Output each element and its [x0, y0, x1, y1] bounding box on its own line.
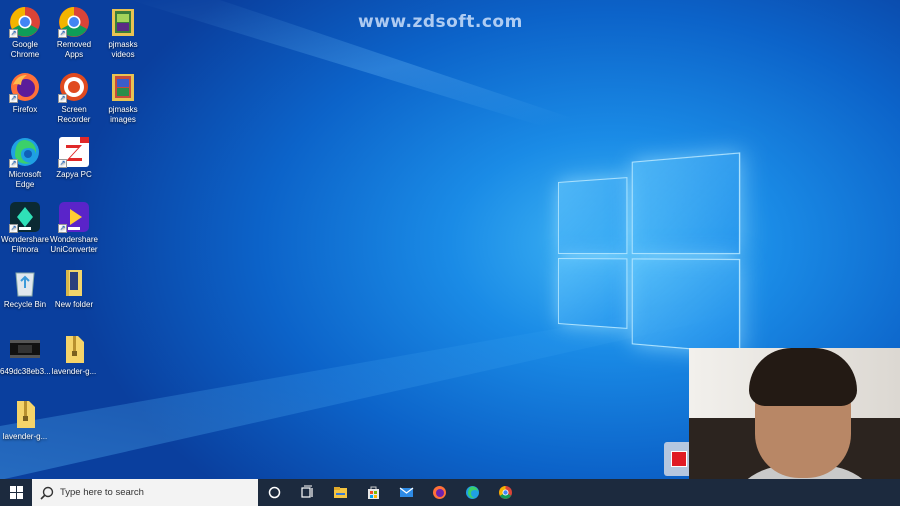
desktop-icon-video-file[interactable]: 649dc38eb3...: [0, 333, 51, 377]
icon-label: Microsoft: [8, 170, 42, 179]
chrome-icon: [499, 486, 512, 499]
icon-label: New folder: [54, 300, 94, 309]
desktop-icon-pjmasks-videos[interactable]: pjmasks videos: [98, 6, 148, 59]
chrome-taskbar-button[interactable]: [489, 479, 522, 506]
desktop-icon-pjmasks-images[interactable]: pjmasks images: [98, 71, 148, 124]
desktop-icon-removed-apps[interactable]: ↗ Removed Apps: [49, 6, 99, 59]
desktop-icon-wondershare-uniconverter[interactable]: ↗ Wondershare UniConverter: [49, 201, 99, 254]
icon-label: Recorder: [57, 114, 91, 124]
zip-folder-icon: [9, 398, 41, 430]
desktop-icon-screen-recorder[interactable]: ↗ Screen Recorder: [49, 71, 99, 124]
edge-icon: ↗: [9, 136, 41, 168]
icon-label: Zapya PC: [56, 170, 92, 179]
firefox-taskbar-button[interactable]: [423, 479, 456, 506]
desktop-icon-new-folder[interactable]: New folder: [49, 266, 99, 310]
cortana-icon: [268, 486, 281, 499]
icon-label: Recycle Bin: [3, 300, 47, 309]
icon-label: pjmasks: [108, 105, 138, 114]
edge-taskbar-button[interactable]: [456, 479, 489, 506]
icon-label: Google: [12, 40, 38, 49]
windows-wallpaper-logo: [558, 152, 741, 354]
chrome-icon: ↗: [58, 6, 90, 38]
search-placeholder: Type here to search: [60, 487, 144, 498]
file-explorer-icon: [334, 487, 347, 498]
icon-label: videos: [111, 49, 135, 59]
store-icon: [368, 486, 379, 499]
icon-label: Screen: [61, 105, 87, 114]
icon-label: Apps: [64, 49, 84, 59]
stop-icon: [671, 451, 687, 467]
firefox-icon: [433, 486, 446, 499]
zapya-icon: ↗: [58, 136, 90, 168]
task-view-button[interactable]: [291, 479, 324, 506]
recorder-icon: ↗: [58, 71, 90, 103]
store-button[interactable]: [357, 479, 390, 506]
icon-label: UniConverter: [50, 244, 98, 254]
icon-label: Chrome: [10, 49, 40, 59]
icon-label: Removed: [56, 40, 92, 49]
search-icon: [40, 486, 54, 500]
icon-label: lavender-g...: [51, 367, 97, 376]
cortana-button[interactable]: [258, 479, 291, 506]
desktop-icon-google-chrome[interactable]: ↗ Google Chrome: [0, 6, 50, 59]
desktop-icon-firefox[interactable]: ↗ Firefox: [0, 71, 50, 115]
mail-icon: [399, 487, 414, 497]
desktop-icon-recycle-bin[interactable]: Recycle Bin: [0, 266, 50, 310]
file-explorer-button[interactable]: [324, 479, 357, 506]
zip-folder-icon: [58, 333, 90, 365]
icon-label: Firefox: [12, 105, 38, 114]
desktop-icon-wondershare-filmora[interactable]: ↗ Wondershare Filmora: [0, 201, 50, 254]
video-thumbnail-icon: [9, 333, 41, 365]
uniconverter-icon: ↗: [58, 201, 90, 233]
icon-label: Filmora: [11, 244, 39, 254]
icon-label: 649dc38eb3...: [0, 367, 51, 376]
desktop-icon-microsoft-edge[interactable]: ↗ Microsoft Edge: [0, 136, 50, 189]
task-view-icon: [301, 485, 313, 498]
folder-image-icon: [107, 71, 139, 103]
folder-image-icon: [107, 6, 139, 38]
folder-icon: [58, 266, 90, 298]
icon-label: Wondershare: [1, 235, 49, 244]
icon-label: pjmasks: [108, 40, 138, 49]
edge-icon: [466, 486, 479, 499]
filmora-icon: ↗: [9, 201, 41, 233]
icon-label: Edge: [15, 179, 35, 189]
desktop-icon-lavender-zip-2[interactable]: lavender-g...: [0, 398, 50, 442]
taskbar: Type here to search: [0, 479, 900, 506]
chrome-icon: ↗: [9, 6, 41, 38]
desktop-icon-lavender-zip-1[interactable]: lavender-g...: [49, 333, 99, 377]
desktop-icon-zapya-pc[interactable]: ↗ Zapya PC: [49, 136, 99, 180]
watermark: www.zdsoft.com: [358, 12, 523, 32]
recycle-bin-icon: [9, 266, 41, 298]
start-button[interactable]: [0, 479, 32, 506]
icon-label: Wondershare: [50, 235, 98, 244]
firefox-icon: ↗: [9, 71, 41, 103]
taskbar-search-box[interactable]: Type here to search: [32, 479, 258, 506]
icon-label: lavender-g...: [2, 432, 48, 441]
icon-label: images: [110, 114, 136, 124]
mail-button[interactable]: [390, 479, 423, 506]
start-icon: [9, 486, 23, 499]
